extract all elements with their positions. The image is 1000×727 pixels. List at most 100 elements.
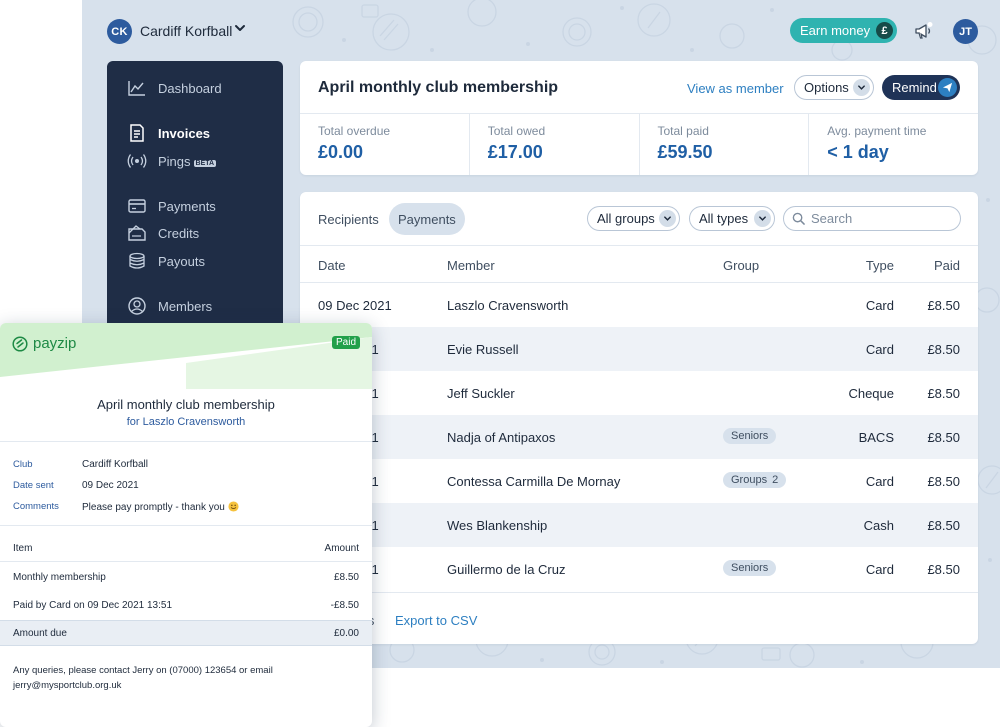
cell-member: Nadja of Antipaxos [447, 430, 556, 445]
table-row[interactable]: 021 Nadja of Antipaxos Seniors BACS £8.5… [300, 415, 978, 459]
stat-value: £0.00 [318, 142, 364, 162]
club-switcher[interactable]: Cardiff Korfball [140, 23, 232, 39]
sidebar-item-dashboard[interactable]: Dashboard [107, 75, 283, 101]
cell-member: Contessa Carmilla De Mornay [447, 474, 621, 489]
column-header-member[interactable]: Member [447, 258, 495, 273]
detail-value-comments: Please pay promptly - thank you [82, 502, 225, 513]
cell-type: Card [865, 562, 894, 577]
cell-type: Card [865, 298, 894, 313]
table-row[interactable]: 09 Dec 2021 Laszlo Cravensworth Card £8.… [300, 283, 978, 327]
cell-paid: £8.50 [927, 518, 960, 533]
cell-type: Cheque [848, 386, 894, 401]
cell-paid: £8.50 [927, 474, 960, 489]
receipt-title: April monthly club membership [97, 397, 275, 412]
search-input[interactable]: Search [783, 206, 961, 231]
sidebar-item-payments[interactable]: Payments [107, 193, 283, 219]
beta-badge: BETA [193, 160, 217, 167]
megaphone-icon[interactable] [912, 20, 934, 42]
cell-type: Cash [863, 518, 894, 533]
search-placeholder: Search [811, 211, 853, 226]
column-header-group[interactable]: Group [723, 258, 759, 273]
item-column-header: Item [13, 543, 33, 554]
broadcast-icon [127, 154, 147, 168]
amount-due-row: Amount due £0.00 [0, 620, 372, 646]
detail-label-club: Club [13, 459, 33, 470]
cell-date: 09 Dec 2021 [318, 298, 392, 313]
cell-paid: £8.50 [927, 342, 960, 357]
sidebar-item-pings[interactable]: Pings BETA [107, 148, 283, 174]
sidebar-item-label: Payments [158, 199, 216, 214]
sidebar-item-label: Members [158, 299, 213, 314]
table-row[interactable]: 021 Wes Blankenship Cash £8.50 [300, 503, 978, 547]
card-icon [128, 199, 146, 213]
cell-type: BACS [858, 430, 894, 445]
club-avatar[interactable]: CK [107, 19, 132, 44]
pound-coin-icon: £ [876, 22, 894, 39]
table-header: Date Member Group Type Paid [300, 245, 978, 283]
smiley-emoji-icon [228, 501, 239, 512]
cell-type: Card [865, 474, 894, 489]
table-row[interactable]: 021 Guillermo de la Cruz Seniors Card £8… [300, 547, 978, 591]
invoice-icon [130, 124, 144, 142]
cell-paid: £8.50 [927, 562, 960, 577]
options-dropdown[interactable]: Options [794, 75, 874, 100]
cell-member: Wes Blankenship [447, 518, 548, 533]
sidebar-item-members[interactable]: Members [107, 293, 283, 319]
sidebar-item-credits[interactable]: Credits [107, 220, 283, 246]
column-header-paid[interactable]: Paid [934, 258, 960, 273]
page-title: April monthly club membership [318, 79, 559, 96]
detail-value-club: Cardiff Korfball [82, 459, 148, 470]
receipt-contact-note: Any queries, please contact Jerry on (07… [13, 663, 343, 693]
groups-filter-label: All groups [597, 211, 655, 226]
tab-payments[interactable]: Payments [389, 203, 465, 235]
cell-member: Guillermo de la Cruz [447, 562, 566, 577]
line-item-label: Paid by Card on 09 Dec 2021 13:51 [13, 600, 172, 611]
stat-value: £17.00 [487, 142, 543, 162]
column-header-type[interactable]: Type [866, 258, 894, 273]
remind-button[interactable]: Remind [882, 75, 960, 100]
chevron-down-icon [853, 79, 870, 96]
column-header-date[interactable]: Date [318, 258, 345, 273]
earn-money-label: Earn money [800, 23, 871, 38]
table-row[interactable]: 021 Evie Russell Card £8.50 [300, 327, 978, 371]
payzip-brand: payzip [33, 335, 77, 352]
groups-filter[interactable]: All groups [587, 206, 680, 231]
groups-tag[interactable]: Groups 2 [723, 472, 787, 488]
line-item-amount: £8.50 [333, 572, 359, 583]
chevron-down-icon [659, 210, 676, 227]
divider [0, 525, 372, 526]
invoice-header-card: April monthly club membership View as me… [300, 61, 978, 175]
chevron-down-icon[interactable] [234, 22, 246, 34]
receipt-banner [0, 323, 372, 389]
stat-label: Total overdue [318, 124, 391, 138]
contact-email: jerry@mysportclub.org.uk [13, 680, 122, 691]
cell-type: Card [865, 342, 894, 357]
sidebar: Dashboard Invoices Pings BETA Payments C… [107, 61, 283, 361]
group-tag[interactable]: Seniors [723, 560, 777, 576]
group-tag-label: Groups [731, 474, 768, 486]
table-row[interactable]: 021 Contessa Carmilla De Mornay Groups2 … [300, 459, 978, 503]
sidebar-item-label: Dashboard [158, 81, 222, 96]
stat-label: Total owed [487, 124, 546, 138]
table-row[interactable]: 021 Jeff Suckler Cheque £8.50 [300, 371, 978, 415]
table-footer: nts Export to CSV [300, 592, 978, 644]
amount-due-label: Amount due [13, 628, 67, 639]
earn-money-button[interactable]: Earn money £ [790, 18, 898, 43]
group-tag[interactable]: Seniors [723, 428, 777, 444]
sidebar-item-invoices[interactable]: Invoices [107, 120, 283, 146]
tab-recipients[interactable]: Recipients [309, 203, 388, 235]
types-filter[interactable]: All types [689, 206, 775, 231]
divider [0, 561, 372, 562]
remind-label: Remind [892, 80, 937, 95]
export-csv-link[interactable]: Export to CSV [395, 613, 477, 628]
search-icon [792, 212, 805, 225]
view-as-member-link[interactable]: View as member [687, 81, 784, 96]
user-avatar[interactable]: JT [953, 19, 978, 44]
cell-paid: £8.50 [927, 386, 960, 401]
amount-due-value: £0.00 [333, 628, 359, 639]
detail-value-comments-wrap: Please pay promptly - thank you [82, 501, 239, 513]
sidebar-item-payouts[interactable]: Payouts [107, 248, 283, 274]
options-label: Options [804, 80, 849, 95]
sidebar-item-label: Payouts [158, 254, 205, 269]
stat-value: £59.50 [657, 142, 713, 162]
